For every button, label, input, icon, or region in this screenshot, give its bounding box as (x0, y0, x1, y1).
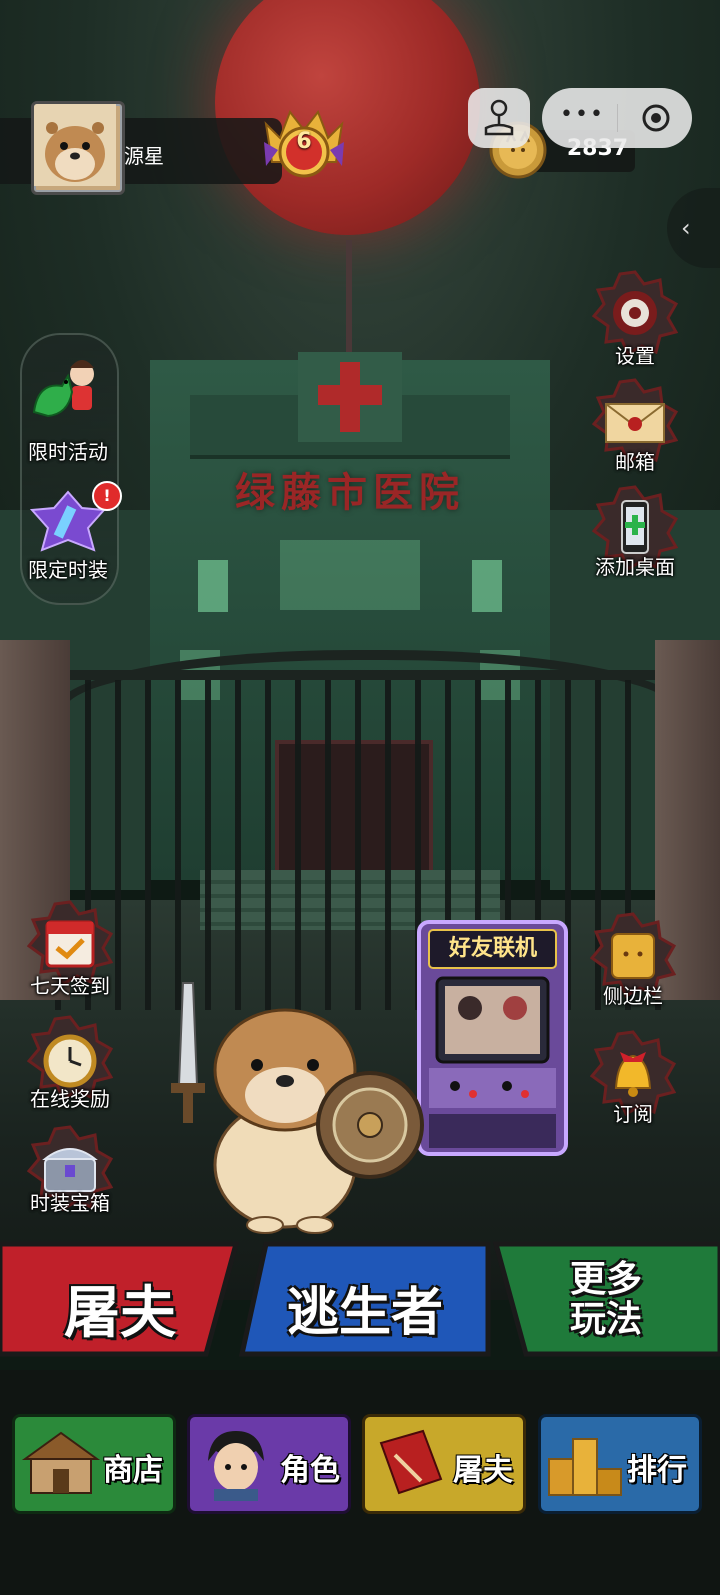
limited-event-label: 限时活动 (28, 440, 108, 464)
settings-label: 设置 (615, 344, 655, 368)
game-center-button[interactable] (468, 88, 530, 148)
hospital-window (280, 540, 420, 610)
subscribe-button[interactable]: 订阅 (588, 1030, 678, 1130)
red-book-icon (379, 1429, 443, 1495)
nav-role[interactable]: 角色 (187, 1414, 351, 1514)
online-reward-label: 在线奖励 (30, 1087, 110, 1111)
survivor-mode-label: 逃生者 (286, 1283, 443, 1343)
add-desktop-label: 添加桌面 (595, 555, 675, 579)
seven-day-signin-button[interactable]: 七天签到 (20, 900, 120, 998)
nav-butcher-label: 屠夫 (453, 1453, 513, 1488)
dinosaur-girl-icon (32, 360, 94, 418)
nav-shop-label: 商店 (103, 1453, 163, 1488)
shop-house-icon (21, 1431, 101, 1494)
outfit-chest-button[interactable]: 时装宝箱 (20, 1125, 120, 1223)
nav-rank-label: 排行 (627, 1453, 687, 1488)
more-modes-label: 更多 玩法 (492, 1260, 720, 1340)
player-name: 源星 (124, 144, 164, 168)
add-desktop-button[interactable]: 添加桌面 (585, 485, 685, 585)
friend-multiplayer-label: 好友联机 (448, 936, 537, 961)
hospital-sign: 绿藤市医院 (235, 469, 465, 516)
mini-program-capsule: ••• (542, 88, 692, 148)
nav-rank[interactable]: 排行 (538, 1414, 702, 1514)
limited-event-button[interactable]: 限时活动 (18, 352, 118, 467)
settings-button[interactable]: 设置 (590, 270, 680, 370)
mailbox-label: 邮箱 (615, 450, 655, 474)
seven-day-signin-label: 七天签到 (30, 974, 110, 998)
online-reward-button[interactable]: 在线奖励 (20, 1015, 120, 1113)
flag-pole (346, 240, 352, 360)
butcher-mode-button[interactable]: 屠夫 (0, 1240, 240, 1358)
nav-butcher[interactable]: 屠夫 (362, 1414, 526, 1514)
red-cross-bar (318, 385, 382, 405)
butcher-mode-label: 屠夫 (64, 1281, 176, 1346)
otter-warrior-character (171, 982, 424, 1234)
nav-role-label: 角色 (280, 1453, 340, 1488)
hospital-window (472, 560, 502, 612)
character-portrait-icon (208, 1431, 264, 1501)
joystick-icon (484, 99, 514, 136)
more-modes-line2: 玩法 (569, 1299, 642, 1340)
limited-outfit-label: 限定时装 (28, 558, 108, 582)
more-options-icon[interactable]: ••• (560, 102, 605, 127)
more-modes-button[interactable]: 更多 玩法 (492, 1240, 720, 1358)
player-avatar[interactable] (31, 101, 125, 195)
hospital-window (198, 560, 228, 612)
nav-shop[interactable]: 商店 (12, 1414, 176, 1514)
player-level: 6 (296, 129, 312, 154)
chevron-left-icon: ‹ (681, 214, 691, 242)
outfit-chest-label: 时装宝箱 (30, 1191, 110, 1215)
alert-badge: ! (92, 481, 122, 511)
subscribe-label: 订阅 (613, 1102, 653, 1126)
capsule-divider (617, 104, 618, 132)
sidebar-label: 侧边栏 (603, 984, 663, 1008)
more-modes-line1: 更多 (569, 1259, 642, 1300)
otter-avatar-icon (34, 104, 116, 186)
close-miniprogram-icon[interactable] (640, 102, 672, 134)
podium-icon (548, 1438, 622, 1496)
iron-gate (55, 670, 665, 1010)
survivor-mode-button[interactable]: 逃生者 (238, 1240, 492, 1358)
sidebar-button[interactable]: 侧边栏 (588, 912, 678, 1012)
mailbox-button[interactable]: 邮箱 (590, 378, 680, 478)
